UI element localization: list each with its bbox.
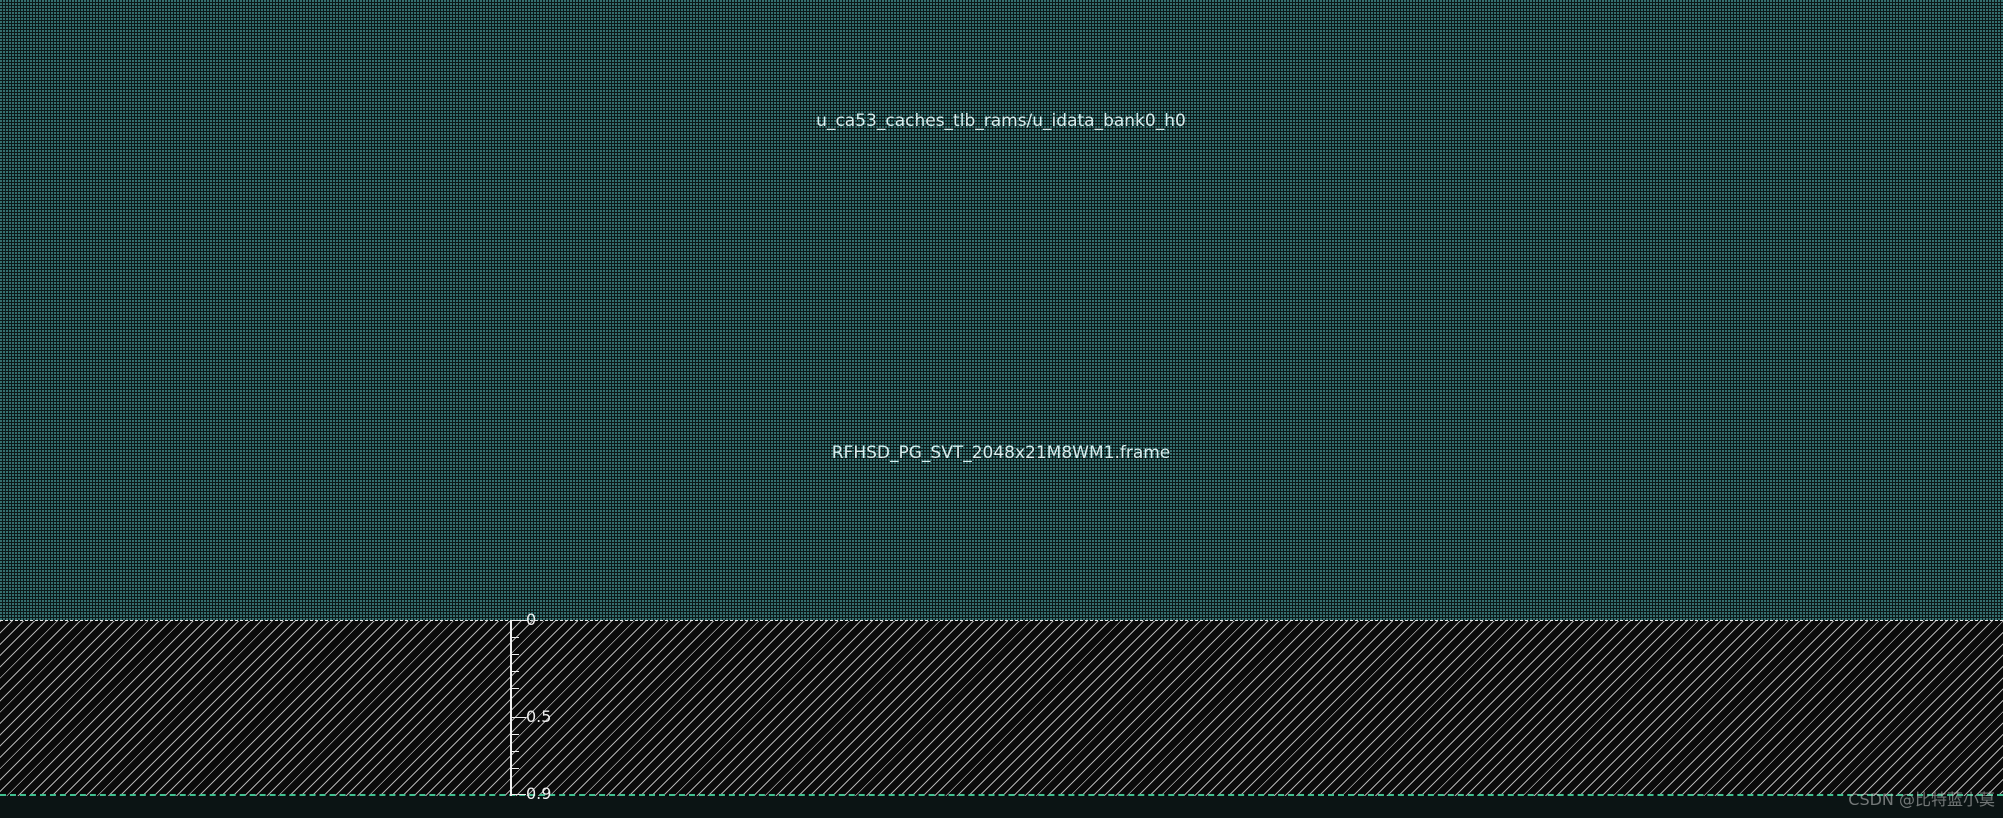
- ruler-axis: [510, 620, 512, 796]
- hatched-region: [0, 621, 2003, 796]
- ruler-tick-major: [512, 620, 526, 621]
- region-boundary-top: [0, 620, 2003, 621]
- ruler-tick-major: [512, 794, 526, 795]
- ruler-label: 0.9: [526, 784, 552, 803]
- macro-region[interactable]: [0, 0, 2003, 621]
- region-boundary-bottom: [0, 794, 2003, 796]
- ruler-tick-minor: [512, 654, 519, 655]
- ruler-tick-minor: [512, 688, 519, 689]
- ruler-label: 0: [526, 610, 537, 629]
- ruler-tick-minor: [512, 734, 519, 735]
- ruler-label: 0.5: [526, 707, 552, 726]
- ruler-tick-minor: [512, 637, 519, 638]
- ruler: 0 0.5 0.9: [510, 612, 552, 803]
- layout-canvas[interactable]: u_ca53_caches_tlb_rams/u_idata_bank0_h0 …: [0, 0, 2003, 818]
- instance-label: u_ca53_caches_tlb_rams/u_idata_bank0_h0: [816, 111, 1186, 131]
- ruler-tick-major: [512, 717, 526, 718]
- ruler-tick-minor: [512, 671, 519, 672]
- ruler-tick-minor: [512, 751, 519, 752]
- ruler-tick-minor: [512, 768, 519, 769]
- watermark-text: CSDN @比特蓝小莫: [1848, 790, 1995, 809]
- frame-label: RFHSD_PG_SVT_2048x21M8WM1.frame: [831, 443, 1171, 463]
